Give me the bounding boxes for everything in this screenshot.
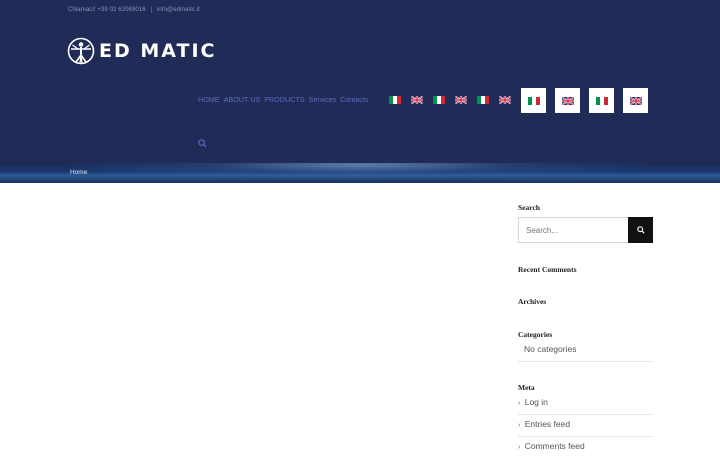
search-input[interactable] (518, 217, 628, 243)
flag-box-gb[interactable] (623, 88, 648, 113)
meta-item-log-in[interactable]: › Log in (518, 393, 653, 415)
flag-it-icon (527, 96, 540, 105)
nav-item-services[interactable]: Services (309, 95, 337, 104)
flag-box-gb[interactable] (555, 88, 580, 113)
search-button[interactable] (628, 217, 653, 243)
flag-gb-icon[interactable] (455, 96, 467, 104)
topbar-email[interactable]: info@edmatic.it (157, 7, 200, 13)
widget-title-search: Search (518, 203, 540, 212)
nav-item-about-us[interactable]: ABOUT US (224, 95, 261, 104)
page-title-banner (0, 163, 720, 183)
topbar-contact: Chiamaci! +39 02 62069016 | info@edmatic… (68, 7, 200, 13)
flag-gb-icon[interactable] (499, 96, 511, 104)
main-nav: HOME ABOUT US PRODUCTS Services Contacts (198, 95, 372, 104)
flag-gb-icon (629, 96, 642, 105)
flag-it-icon[interactable] (477, 96, 489, 104)
topbar-phone[interactable]: Chiamaci! +39 02 62069016 (68, 7, 146, 13)
vitruvian-man-icon (67, 37, 95, 65)
flag-gb-icon (561, 96, 574, 105)
nav-item-home[interactable]: HOME (198, 95, 220, 104)
logo-text: ED MATIC (99, 40, 217, 62)
topbar-separator: | (150, 7, 153, 13)
flag-box-it[interactable] (589, 88, 614, 113)
flag-it-icon[interactable] (433, 96, 445, 104)
search-form (518, 217, 653, 243)
nav-item-contacts[interactable]: Contacts (340, 95, 368, 104)
banner-glow (0, 163, 720, 183)
chevron-right-icon: › (518, 400, 521, 407)
meta-item-comments-feed[interactable]: › Comments feed (518, 437, 653, 459)
flag-it-icon[interactable] (389, 96, 401, 104)
meta-item-label: Log in (524, 397, 548, 407)
site-header: Chiamaci! +39 02 62069016 | info@edmatic… (0, 0, 720, 163)
meta-list: › Log in › Entries feed › Comments feed (518, 393, 653, 459)
site-logo[interactable]: ED MATIC (67, 37, 216, 65)
list-item: No categories (518, 340, 653, 362)
search-icon (636, 226, 645, 234)
chevron-right-icon: › (518, 422, 521, 429)
categories-list: No categories (518, 340, 653, 362)
search-icon[interactable] (198, 139, 207, 148)
widget-title-archives: Archives (518, 297, 547, 306)
widget-title-categories: Categories (518, 330, 553, 339)
flag-gb-icon[interactable] (411, 96, 423, 104)
breadcrumb-home[interactable]: Home (70, 169, 87, 176)
flag-box-it[interactable] (521, 88, 546, 113)
meta-item-entries-feed[interactable]: › Entries feed (518, 415, 653, 437)
widget-title-recent-comments: Recent Comments (518, 265, 577, 274)
breadcrumb: Home (70, 169, 87, 176)
widget-title-meta: Meta (518, 383, 535, 392)
meta-item-label: Entries feed (524, 419, 571, 429)
flag-it-icon (595, 96, 608, 105)
nav-item-products[interactable]: PRODUCTS (264, 95, 304, 104)
